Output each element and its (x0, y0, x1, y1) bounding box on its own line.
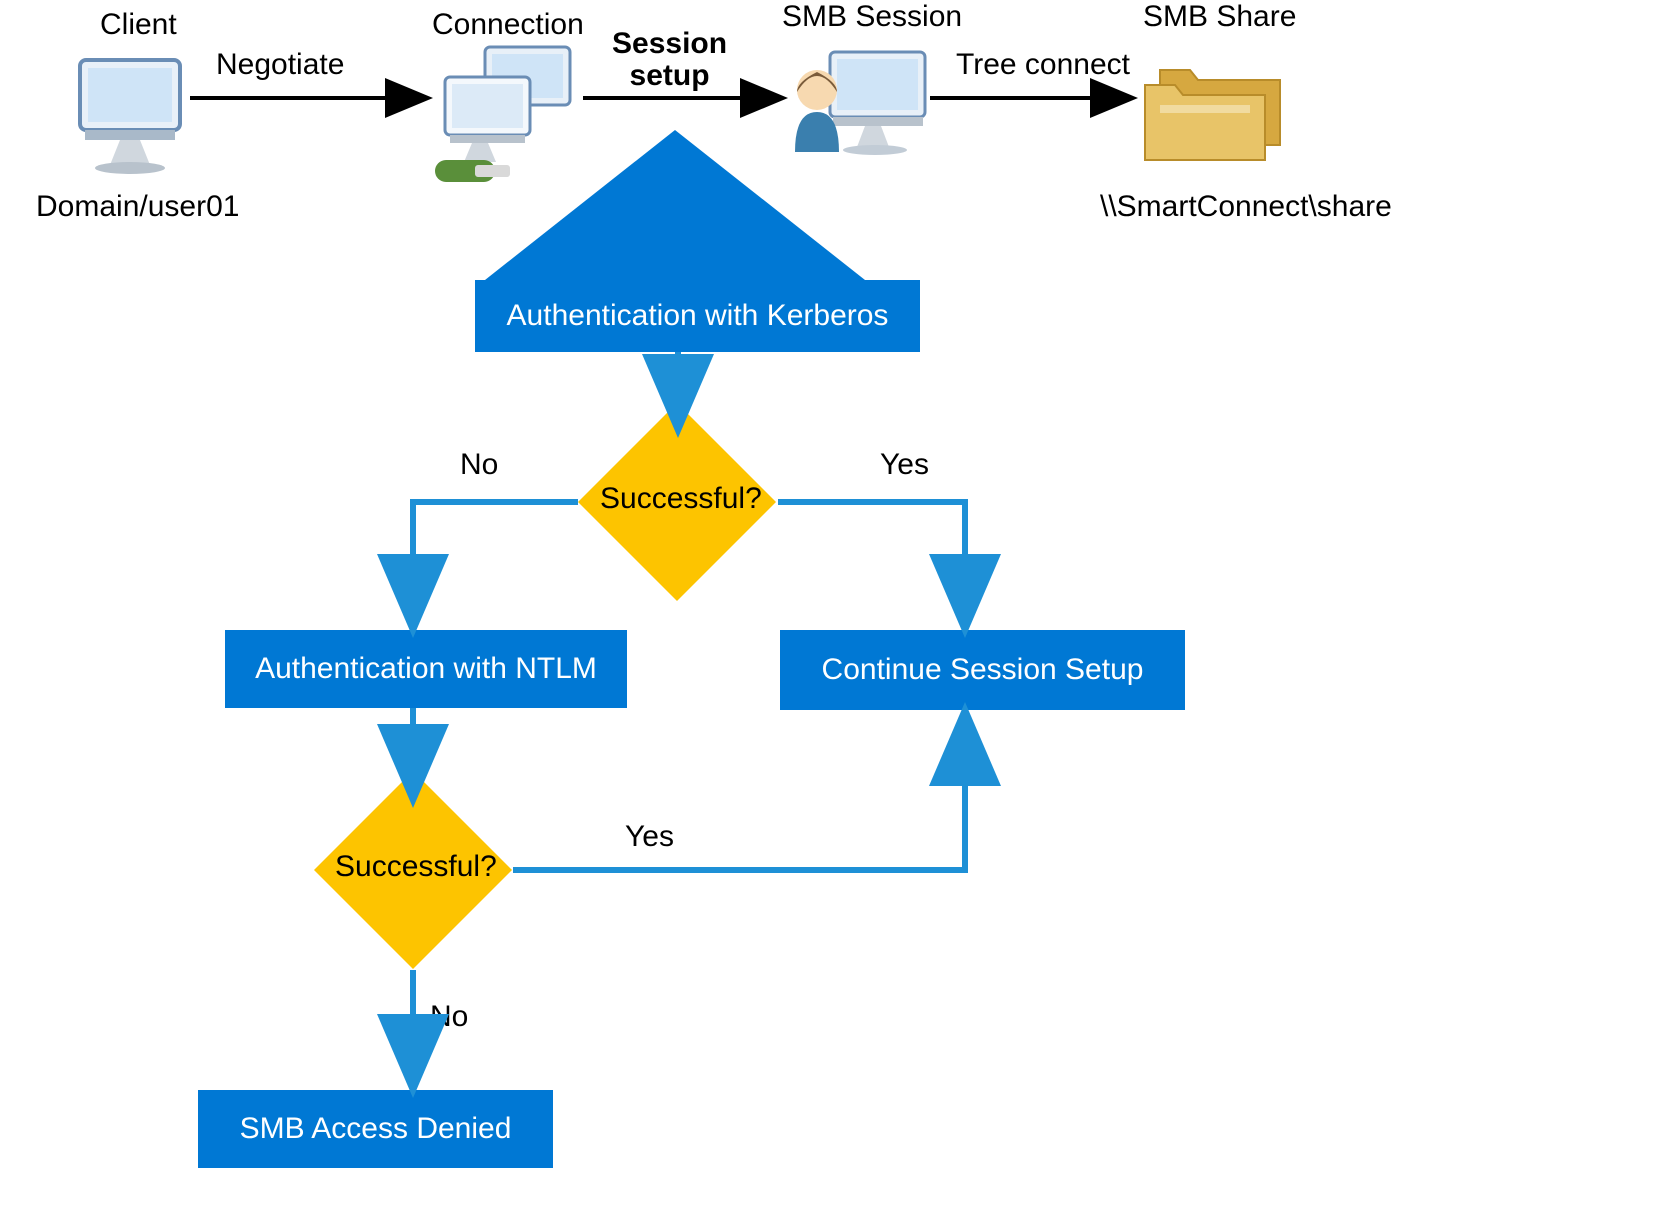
label-tree-connect: Tree connect (956, 48, 1130, 82)
diamond-text-2: Successful? (335, 850, 497, 884)
label-connection: Connection (432, 8, 584, 42)
label-smb-share: SMB Share (1143, 0, 1296, 34)
arrow-no-to-ntlm (413, 502, 578, 620)
label-share-path: \\SmartConnect\share (1100, 190, 1392, 224)
label-negotiate: Negotiate (216, 48, 344, 82)
label-no-1: No (460, 448, 498, 482)
arrow-yes2-to-continue (513, 720, 965, 870)
session-setup-text: Sessionsetup (612, 27, 727, 92)
box-continue-session: Continue Session Setup (780, 630, 1185, 710)
client-monitor-icon (70, 50, 200, 185)
label-client: Client (100, 8, 177, 42)
triangle-connector (485, 130, 865, 295)
label-yes-1: Yes (880, 448, 929, 482)
label-smb-session: SMB Session (782, 0, 962, 34)
diagram-canvas: Client Connection SMB Session SMB Share … (0, 0, 1662, 1229)
box-auth-kerberos: Authentication with Kerberos (475, 280, 920, 352)
label-yes-2: Yes (625, 820, 674, 854)
arrow-yes-to-continue (778, 502, 965, 620)
label-domain-user: Domain/user01 (36, 190, 239, 224)
label-no-2: No (430, 1000, 468, 1034)
smb-share-icon (1130, 40, 1300, 185)
box-auth-ntlm: Authentication with NTLM (225, 630, 627, 708)
box-access-denied: SMB Access Denied (198, 1090, 553, 1168)
label-session-setup: Sessionsetup (612, 28, 727, 92)
diamond-text-1: Successful? (600, 482, 762, 516)
